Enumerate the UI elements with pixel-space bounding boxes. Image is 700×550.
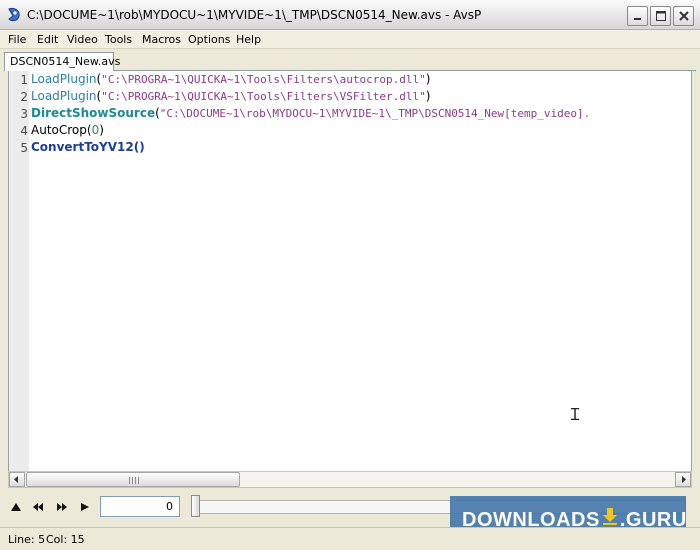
maximize-icon [656,11,666,21]
minimize-button[interactable] [627,6,648,26]
function-name: AutoCrop [31,123,87,137]
code-text: LoadPlugin("C:\PROGRA~1\QUICKA~1\Tools\F… [31,72,430,86]
tab-strip: DSCN0514_New.avs [0,50,700,71]
fast-forward-icon[interactable] [54,500,70,514]
status-col: Col: 15 [46,533,85,546]
chevron-right-icon [682,476,686,483]
code-text: ConvertToYV12() [31,140,145,154]
code-text: AutoCrop(0) [31,123,104,137]
menu-bar: File Edit Video Tools Macros Options Hel… [0,30,700,49]
function-name: LoadPlugin [31,89,97,103]
line-number: 5 [20,141,28,155]
function-name: DirectShowSource [31,106,156,120]
scroll-left-button[interactable] [9,472,25,487]
rewind-icon[interactable] [30,500,46,514]
line-number: 1 [20,73,28,87]
code-line: 5 ConvertToYV12() [9,139,691,156]
line-number: 2 [20,90,28,104]
text-cursor-icon: Ｉ [567,405,584,424]
function-name: ConvertToYV12 [31,140,134,154]
play-icon[interactable] [77,500,93,514]
download-arrow-icon [602,508,617,525]
menu-macros[interactable]: Macros [142,33,181,46]
chevron-left-icon [14,476,18,483]
menu-options[interactable]: Options [188,33,230,46]
frame-slider-thumb[interactable] [191,495,200,517]
code-line: 2 LoadPlugin("C:\PROGRA~1\QUICKA~1\Tools… [9,88,691,105]
grip-icon [129,477,139,484]
menu-edit[interactable]: Edit [37,33,58,46]
minimize-icon [634,18,641,20]
window-title: C:\DOCUME~1\rob\MYDOCU~1\MYVIDE~1\_TMP\D… [27,8,482,22]
close-icon [679,11,689,21]
code-line: 3 DirectShowSource("C:\DOCUME~1\rob\MYDO… [9,105,691,122]
string-arg: "C:\PROGRA~1\QUICKA~1\Tools\Filters\auto… [101,73,426,86]
toggle-preview-icon[interactable] [8,500,24,514]
maximize-button[interactable] [650,6,671,26]
status-bar: Line: 5 Col: 15 [0,527,700,550]
code-text: LoadPlugin("C:\PROGRA~1\QUICKA~1\Tools\F… [31,89,430,103]
function-name: LoadPlugin [31,72,97,86]
menu-file[interactable]: File [8,33,26,46]
frame-number-input[interactable]: 0 [100,496,180,517]
menu-help[interactable]: Help [236,33,261,46]
menu-tools[interactable]: Tools [105,33,132,46]
title-bar: C:\DOCUME~1\rob\MYDOCU~1\MYVIDE~1\_TMP\D… [0,0,700,30]
string-arg: "C:\DOCUME~1\rob\MYDOCU~1\MYVIDE~1\_TMP\… [159,107,591,120]
paren: () [133,140,145,154]
code-line: 4 AutoCrop(0) [9,122,691,139]
menu-video[interactable]: Video [67,33,98,46]
status-line: Line: 5 [8,533,46,546]
scroll-thumb[interactable] [26,472,240,487]
paren: ) [99,123,104,137]
close-button[interactable] [673,6,694,26]
horizontal-scrollbar[interactable] [8,471,692,488]
code-line: 1 LoadPlugin("C:\PROGRA~1\QUICKA~1\Tools… [9,71,691,88]
string-arg: "C:\PROGRA~1\QUICKA~1\Tools\Filters\VSFi… [101,90,426,103]
tab-script[interactable]: DSCN0514_New.avs [4,52,120,71]
script-editor[interactable]: 1 LoadPlugin("C:\PROGRA~1\QUICKA~1\Tools… [8,71,692,471]
line-number: 3 [20,107,28,121]
paren: ) [425,72,431,86]
avsp-app-icon [8,8,20,22]
paren: ) [425,89,431,103]
scroll-right-button[interactable] [675,472,691,487]
line-number: 4 [20,124,28,138]
code-text: DirectShowSource("C:\DOCUME~1\rob\MYDOCU… [31,106,590,120]
